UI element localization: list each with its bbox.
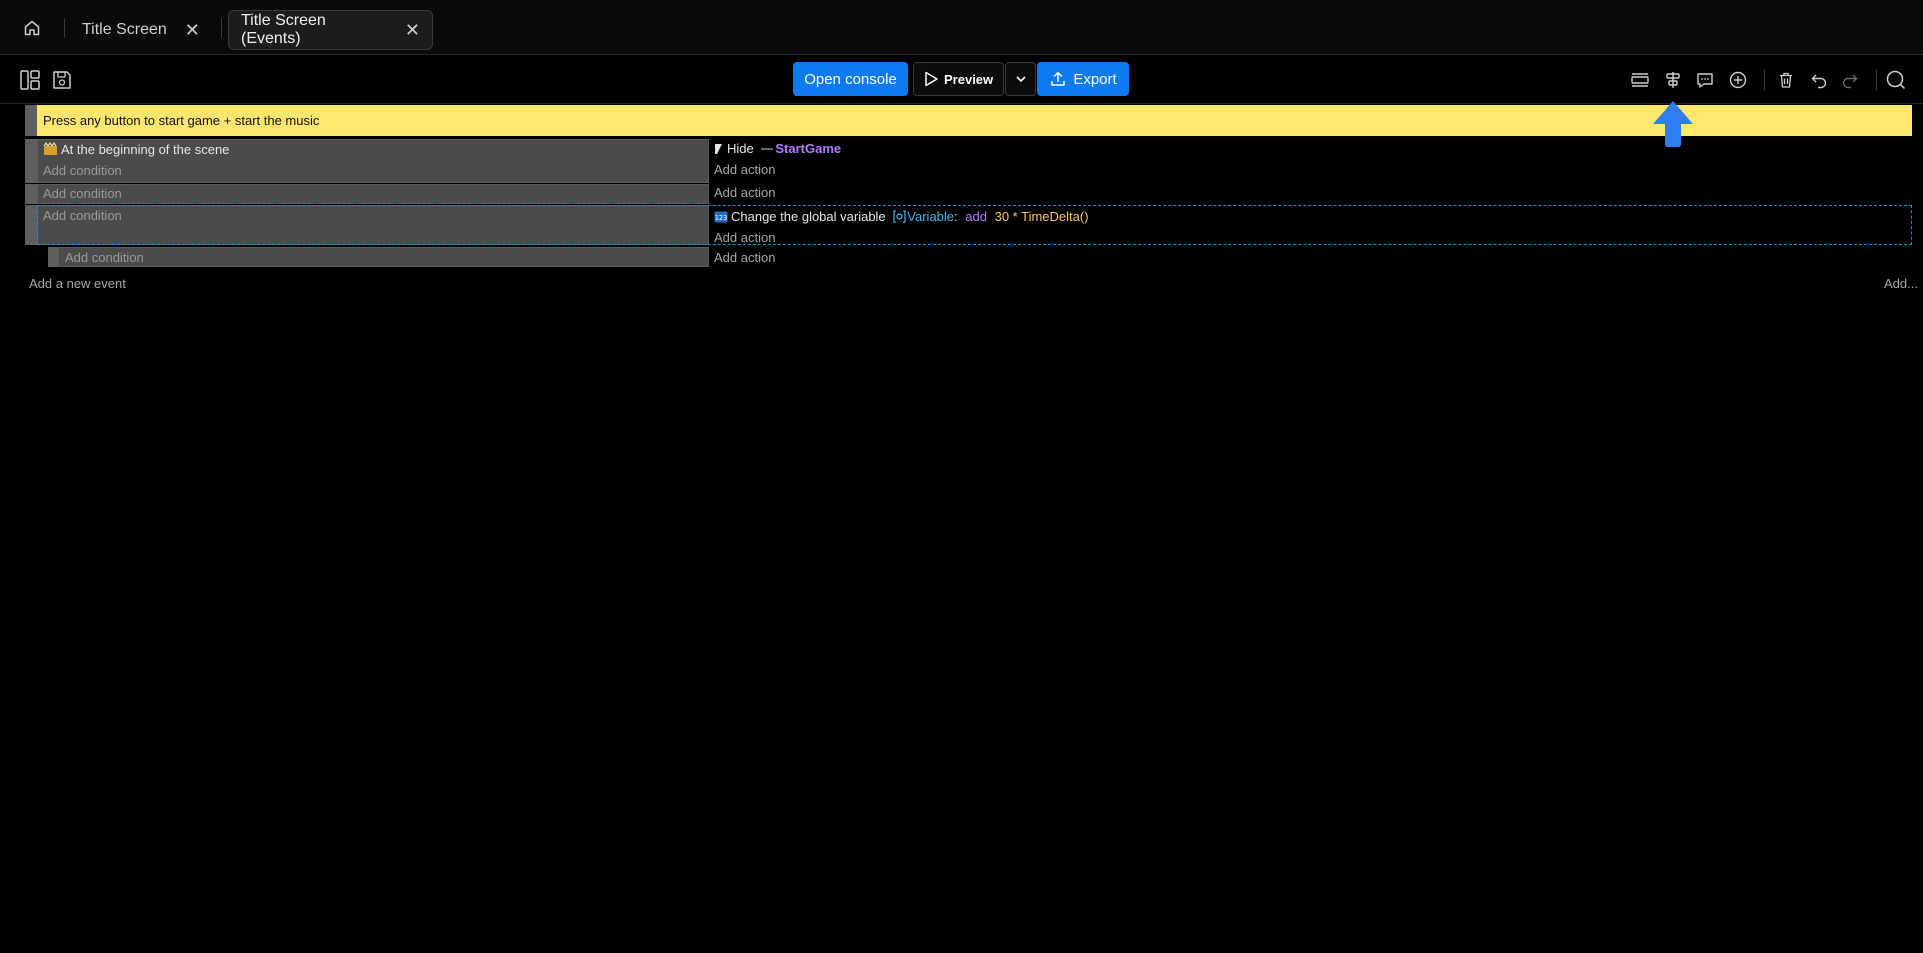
add-event-button[interactable] — [1626, 66, 1654, 94]
upload-icon — [1051, 71, 1066, 86]
operator: add — [965, 209, 987, 224]
search-button[interactable] — [1882, 66, 1910, 94]
export-button[interactable]: Export — [1037, 62, 1129, 96]
add-condition-link[interactable]: Add condition — [65, 250, 144, 265]
arrow-up-icon — [1653, 101, 1693, 147]
add-subevent-icon — [1666, 72, 1680, 88]
open-console-button[interactable]: Open console — [793, 62, 908, 96]
comment-icon — [1697, 73, 1713, 88]
preview-options-button[interactable] — [1005, 62, 1036, 96]
action-verb: Hide — [727, 141, 754, 156]
tab-divider — [221, 18, 222, 38]
toolbar-divider — [1764, 70, 1765, 90]
save-icon — [53, 71, 71, 89]
expression: 30 * TimeDelta() — [994, 209, 1089, 224]
condition-at-beginning-of-scene[interactable]: At the beginning of the scene — [43, 142, 229, 157]
condition-cell[interactable] — [58, 247, 709, 267]
panels-icon — [20, 70, 40, 90]
global-variable-icon — [893, 210, 906, 223]
drag-handle[interactable] — [25, 184, 37, 204]
action-hide[interactable]: Hide StartGame — [714, 141, 841, 156]
object-icon — [761, 148, 774, 150]
add-new-event-link[interactable]: Add a new event — [29, 276, 126, 291]
condition-cell[interactable] — [37, 184, 709, 204]
comment-text: Press any button to start game + start t… — [43, 113, 320, 128]
undo-button[interactable] — [1805, 66, 1833, 94]
close-icon[interactable]: ✕ — [405, 21, 420, 39]
event-sheet-toolbar: Open console Preview Export — [0, 56, 1923, 104]
variable-name[interactable]: Variable — [907, 209, 954, 224]
export-label: Export — [1073, 70, 1117, 88]
chevron-down-icon — [1015, 76, 1026, 83]
drag-handle[interactable] — [25, 205, 37, 245]
add-condition-link[interactable]: Add condition — [43, 208, 122, 223]
drag-handle[interactable] — [25, 105, 37, 136]
panels-button[interactable] — [16, 66, 44, 94]
home-icon — [24, 20, 40, 36]
trash-icon — [1780, 72, 1792, 88]
action-change-global-variable[interactable]: 123 Change the global variable Variable:… — [714, 209, 1089, 224]
tab-label: Title Screen — [82, 21, 167, 38]
condition-label: At the beginning of the scene — [61, 142, 230, 157]
scene-start-icon — [43, 142, 57, 155]
add-subevent-button[interactable] — [1659, 66, 1687, 94]
tab-bar: Title Screen ✕ Title Screen (Events) ✕ — [0, 0, 1923, 55]
add-event-icon — [1631, 73, 1649, 87]
add-action-link[interactable]: Add action — [714, 162, 775, 177]
tab-title-screen[interactable]: Title Screen ✕ — [70, 10, 212, 50]
redo-icon — [1842, 74, 1858, 89]
save-button[interactable] — [48, 66, 76, 94]
tab-divider — [64, 18, 65, 38]
undo-icon — [1811, 74, 1827, 89]
add-condition-link[interactable]: Add condition — [43, 163, 122, 178]
toolbar-divider — [1876, 70, 1877, 90]
event-sheet: Press any button to start game + start t… — [0, 104, 1923, 953]
home-button[interactable] — [14, 14, 50, 42]
redo-button[interactable] — [1836, 66, 1864, 94]
add-button[interactable] — [1724, 66, 1752, 94]
comment-event[interactable]: Press any button to start game + start t… — [25, 105, 1912, 136]
add-more-link[interactable]: Add... — [1884, 276, 1918, 291]
add-action-link[interactable]: Add action — [714, 185, 775, 200]
add-comment-button[interactable] — [1691, 66, 1719, 94]
action-colon: : — [954, 209, 958, 224]
add-action-link[interactable]: Add action — [714, 230, 775, 245]
action-label: Change the global variable — [731, 209, 886, 224]
add-action-link[interactable]: Add action — [714, 250, 775, 265]
preview-button[interactable]: Preview — [913, 62, 1004, 96]
tab-title-screen-events[interactable]: Title Screen (Events) ✕ — [228, 10, 433, 50]
object-name-startgame[interactable]: StartGame — [775, 141, 841, 156]
search-icon — [1886, 70, 1906, 90]
drag-handle[interactable] — [25, 139, 37, 183]
delete-button[interactable] — [1772, 66, 1800, 94]
play-icon — [925, 71, 938, 87]
add-condition-link[interactable]: Add condition — [43, 186, 122, 201]
preview-label: Preview — [944, 71, 994, 87]
variable-icon: 123 — [714, 211, 728, 223]
hide-icon — [715, 144, 722, 154]
add-circle-icon — [1729, 71, 1747, 89]
tab-label: Title Screen (Events) — [241, 12, 326, 47]
svg-text:123: 123 — [715, 214, 728, 222]
drag-handle[interactable] — [48, 247, 58, 267]
close-icon[interactable]: ✕ — [185, 21, 200, 39]
